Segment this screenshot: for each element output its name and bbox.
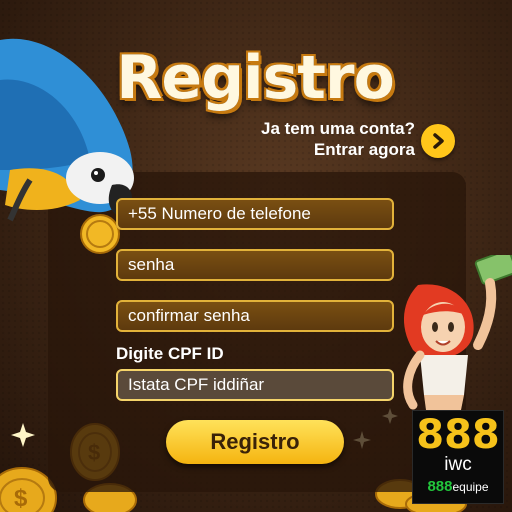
brand-logo: 888 iwc 888equipe xyxy=(412,410,504,504)
cpf-input[interactable]: Istata CPF iddiñar xyxy=(116,369,394,401)
team-number: 888 xyxy=(427,478,453,495)
logo-suffix: iwc xyxy=(444,454,472,475)
team-badge: 888equipe xyxy=(413,479,503,495)
page-title: Registro xyxy=(116,43,395,113)
phone-input[interactable]: +55 Numero de telefone xyxy=(116,198,394,230)
register-button[interactable]: Registro xyxy=(166,420,344,464)
svg-text:$: $ xyxy=(14,485,28,512)
login-link-text[interactable]: Entrar agora xyxy=(240,139,415,160)
password-input[interactable]: senha xyxy=(116,249,394,281)
login-prompt-text: Ja tem uma conta? xyxy=(261,119,415,138)
login-link[interactable]: Ja tem uma conta? Entrar agora xyxy=(240,118,415,160)
chevron-right-icon xyxy=(433,133,444,149)
confirm-password-input[interactable]: confirmar senha xyxy=(116,300,394,332)
team-word: equipe xyxy=(452,480,489,494)
cpf-label: Digite CPF ID xyxy=(116,344,224,363)
logo-number: 888 xyxy=(416,412,500,458)
login-arrow-button[interactable] xyxy=(421,124,455,158)
